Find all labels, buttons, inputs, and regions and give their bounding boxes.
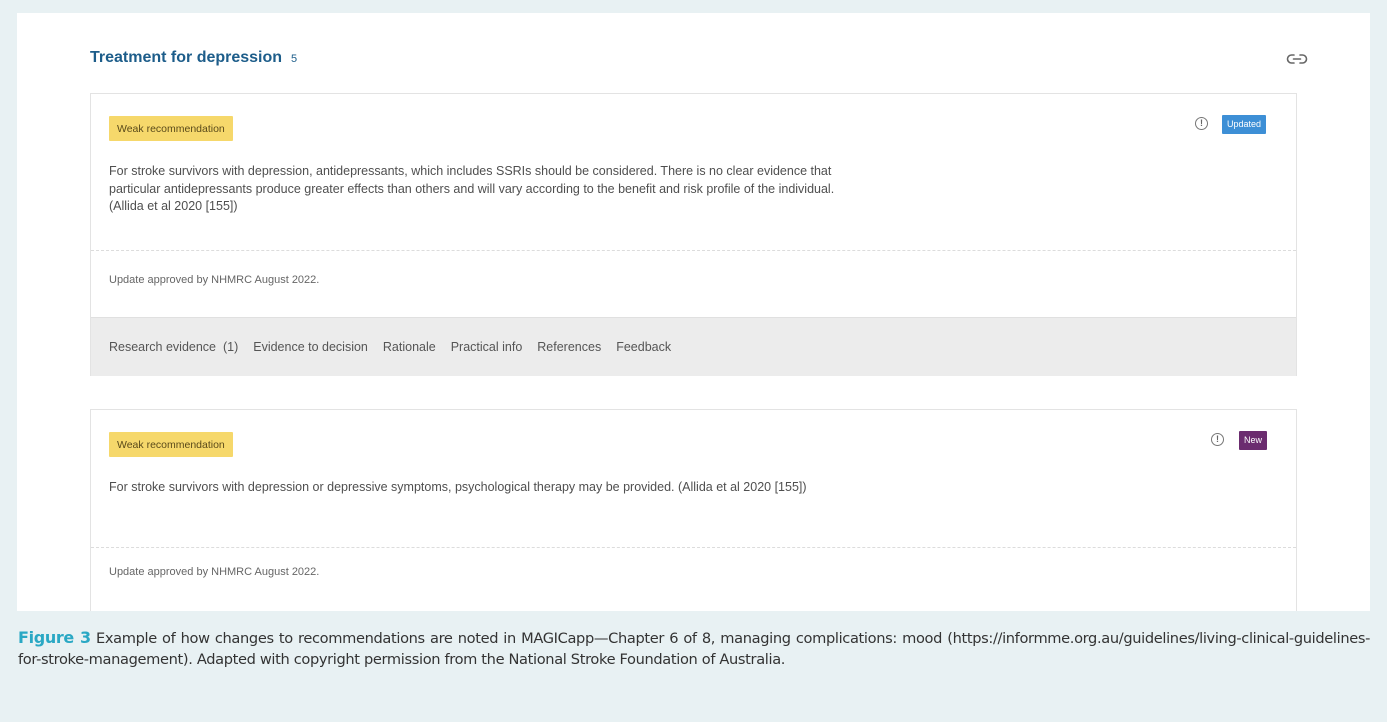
tabs-bar: Research evidence (1) Evidence to decisi…	[91, 317, 1296, 376]
divider	[91, 250, 1296, 251]
tab-feedback[interactable]: Feedback	[616, 340, 671, 354]
recommendation-card: Weak recommendation ! New For stroke sur…	[90, 409, 1297, 611]
tab-evidence-to-decision[interactable]: Evidence to decision	[253, 340, 368, 354]
app-screenshot: Treatment for depression 5 Weak recommen…	[17, 13, 1370, 611]
recommendation-text: For stroke survivors with depression or …	[109, 480, 807, 494]
divider	[91, 547, 1296, 548]
section-title[interactable]: Treatment for depression	[90, 49, 282, 67]
recommendation-text: For stroke survivors with depression, an…	[109, 164, 835, 213]
tab-research-evidence[interactable]: Research evidence (1)	[109, 340, 238, 354]
figure-label: Figure 3	[18, 628, 91, 647]
status-badge: New	[1239, 431, 1268, 450]
approval-note: Update approved by NHMRC August 2022.	[109, 566, 320, 578]
tab-rationale[interactable]: Rationale	[383, 340, 436, 354]
figure-caption: Figure 3 Example of how changes to recom…	[18, 628, 1370, 670]
recommendation-card: Weak recommendation ! Updated For stroke…	[90, 93, 1297, 376]
info-icon[interactable]: !	[1211, 433, 1224, 446]
strength-badge: Weak recommendation	[109, 116, 233, 141]
tab-references[interactable]: References	[537, 340, 601, 354]
info-icon[interactable]: !	[1195, 117, 1208, 130]
caption-text: Example of how changes to recommendation…	[18, 630, 1371, 668]
approval-note: Update approved by NHMRC August 2022.	[109, 274, 320, 286]
section-count: 5	[291, 53, 298, 65]
tab-practical-info[interactable]: Practical info	[451, 340, 523, 354]
strength-badge: Weak recommendation	[109, 432, 233, 457]
link-icon[interactable]	[1286, 51, 1308, 67]
section-header: Treatment for depression 5	[90, 49, 297, 67]
status-badge: Updated	[1222, 115, 1267, 134]
